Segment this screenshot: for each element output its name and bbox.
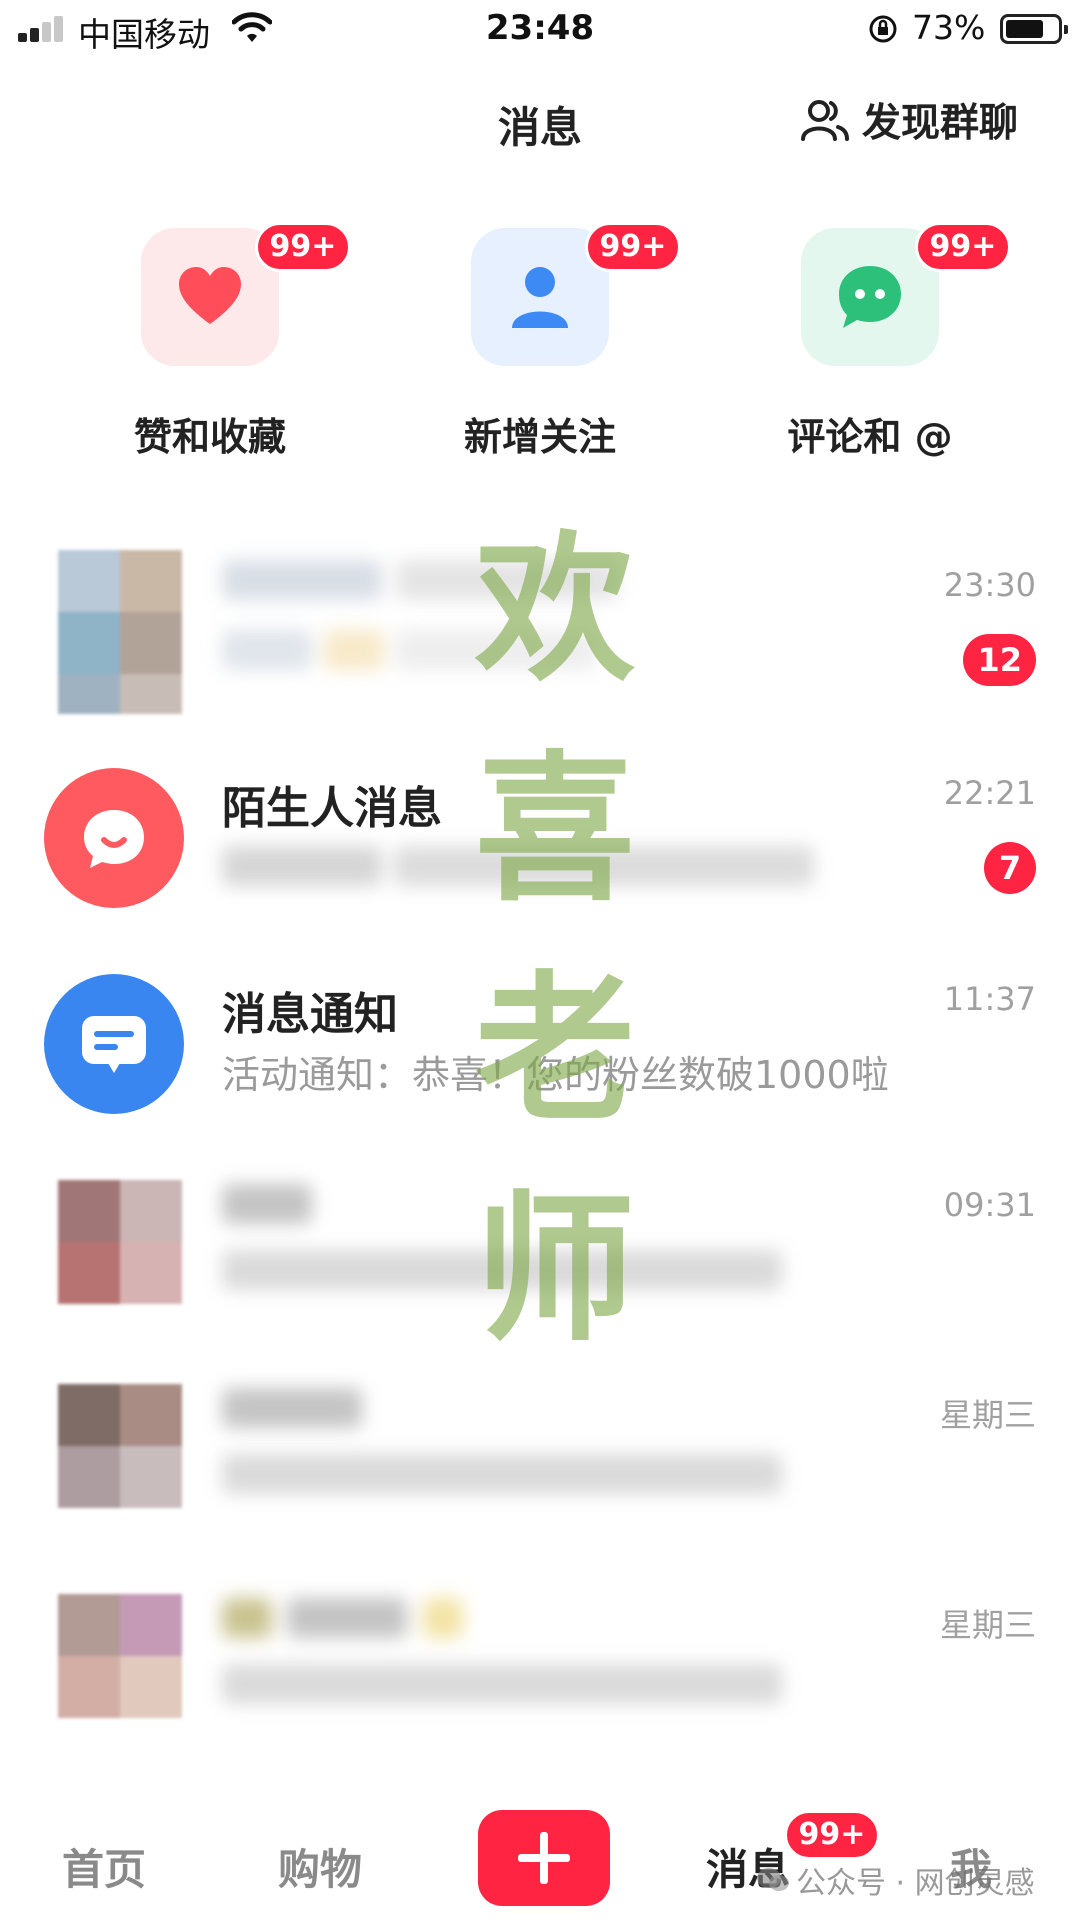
battery-icon	[1000, 14, 1068, 44]
source-watermark: 公众号 · 网创灵感	[756, 1858, 1035, 1902]
unread-count-badge: 7	[984, 842, 1036, 894]
message-preview	[222, 1664, 782, 1713]
tab-home[interactable]: 首页	[62, 1836, 146, 1897]
avatar	[58, 1594, 182, 1718]
followers-label: 新增关注	[463, 415, 616, 459]
message-time: 星期三	[939, 1606, 1036, 1644]
followers-tile: 99+	[471, 222, 681, 366]
avatar	[58, 550, 182, 714]
avatar	[58, 1384, 182, 1508]
wechat-icon	[757, 1868, 789, 1891]
chat-bubble-icon	[839, 266, 901, 328]
message-time: 09:31	[943, 1186, 1036, 1224]
watermark-char: 欢	[474, 515, 635, 703]
sender-name	[222, 1598, 463, 1649]
message-time: 11:37	[943, 980, 1036, 1018]
comments-tile: 99+	[801, 222, 1011, 366]
avatar	[58, 1180, 182, 1304]
person-icon	[512, 267, 568, 328]
watermark-char: 老	[474, 955, 635, 1143]
comments-badge: 99+	[915, 222, 1011, 272]
message-row[interactable]: 星期三	[0, 1594, 1080, 1744]
rotation-lock-icon	[869, 15, 897, 43]
message-time: 星期三	[939, 1396, 1036, 1434]
category-comments-and-mentions[interactable]: 99+ 评论和 @	[720, 222, 1020, 461]
message-preview	[222, 1454, 782, 1503]
unread-count-badge: 12	[963, 634, 1036, 686]
discover-group-label: 发现群聊	[862, 101, 1019, 146]
likes-badge: 99+	[255, 222, 351, 272]
messages-tab-badge: 99+	[784, 1810, 880, 1860]
stranger-chat-icon	[44, 768, 184, 908]
discover-group-chat-button[interactable]: 发现群聊	[800, 92, 1018, 148]
tab-shop[interactable]: 购物	[278, 1836, 362, 1897]
sender-name	[222, 1184, 312, 1235]
sender-name: 消息通知	[222, 989, 398, 1040]
heart-icon	[179, 267, 241, 324]
category-likes-and-favorites[interactable]: 99+ 赞和收藏	[60, 222, 360, 461]
create-post-button[interactable]	[478, 1810, 610, 1906]
watermark-char: 师	[474, 1175, 635, 1363]
battery-percent: 73%	[912, 8, 986, 47]
category-new-followers[interactable]: 99+ 新增关注	[390, 222, 690, 461]
sender-name	[222, 1388, 362, 1439]
people-icon	[801, 100, 849, 141]
likes-tile: 99+	[141, 222, 351, 366]
followers-badge: 99+	[585, 222, 681, 272]
message-time: 22:21	[943, 774, 1036, 812]
status-bar: 中国移动 23:48 73%	[0, 0, 1080, 58]
message-row[interactable]: 星期三	[0, 1384, 1080, 1534]
message-time: 23:30	[943, 566, 1036, 604]
sender-name: 陌生人消息	[222, 783, 442, 834]
comments-label: 评论和 @	[787, 415, 953, 459]
likes-label: 赞和收藏	[133, 415, 286, 459]
notification-icon	[44, 974, 184, 1114]
watermark-char: 喜	[474, 735, 635, 923]
source-watermark-text: 公众号 · 网创灵感	[796, 1866, 1035, 1901]
